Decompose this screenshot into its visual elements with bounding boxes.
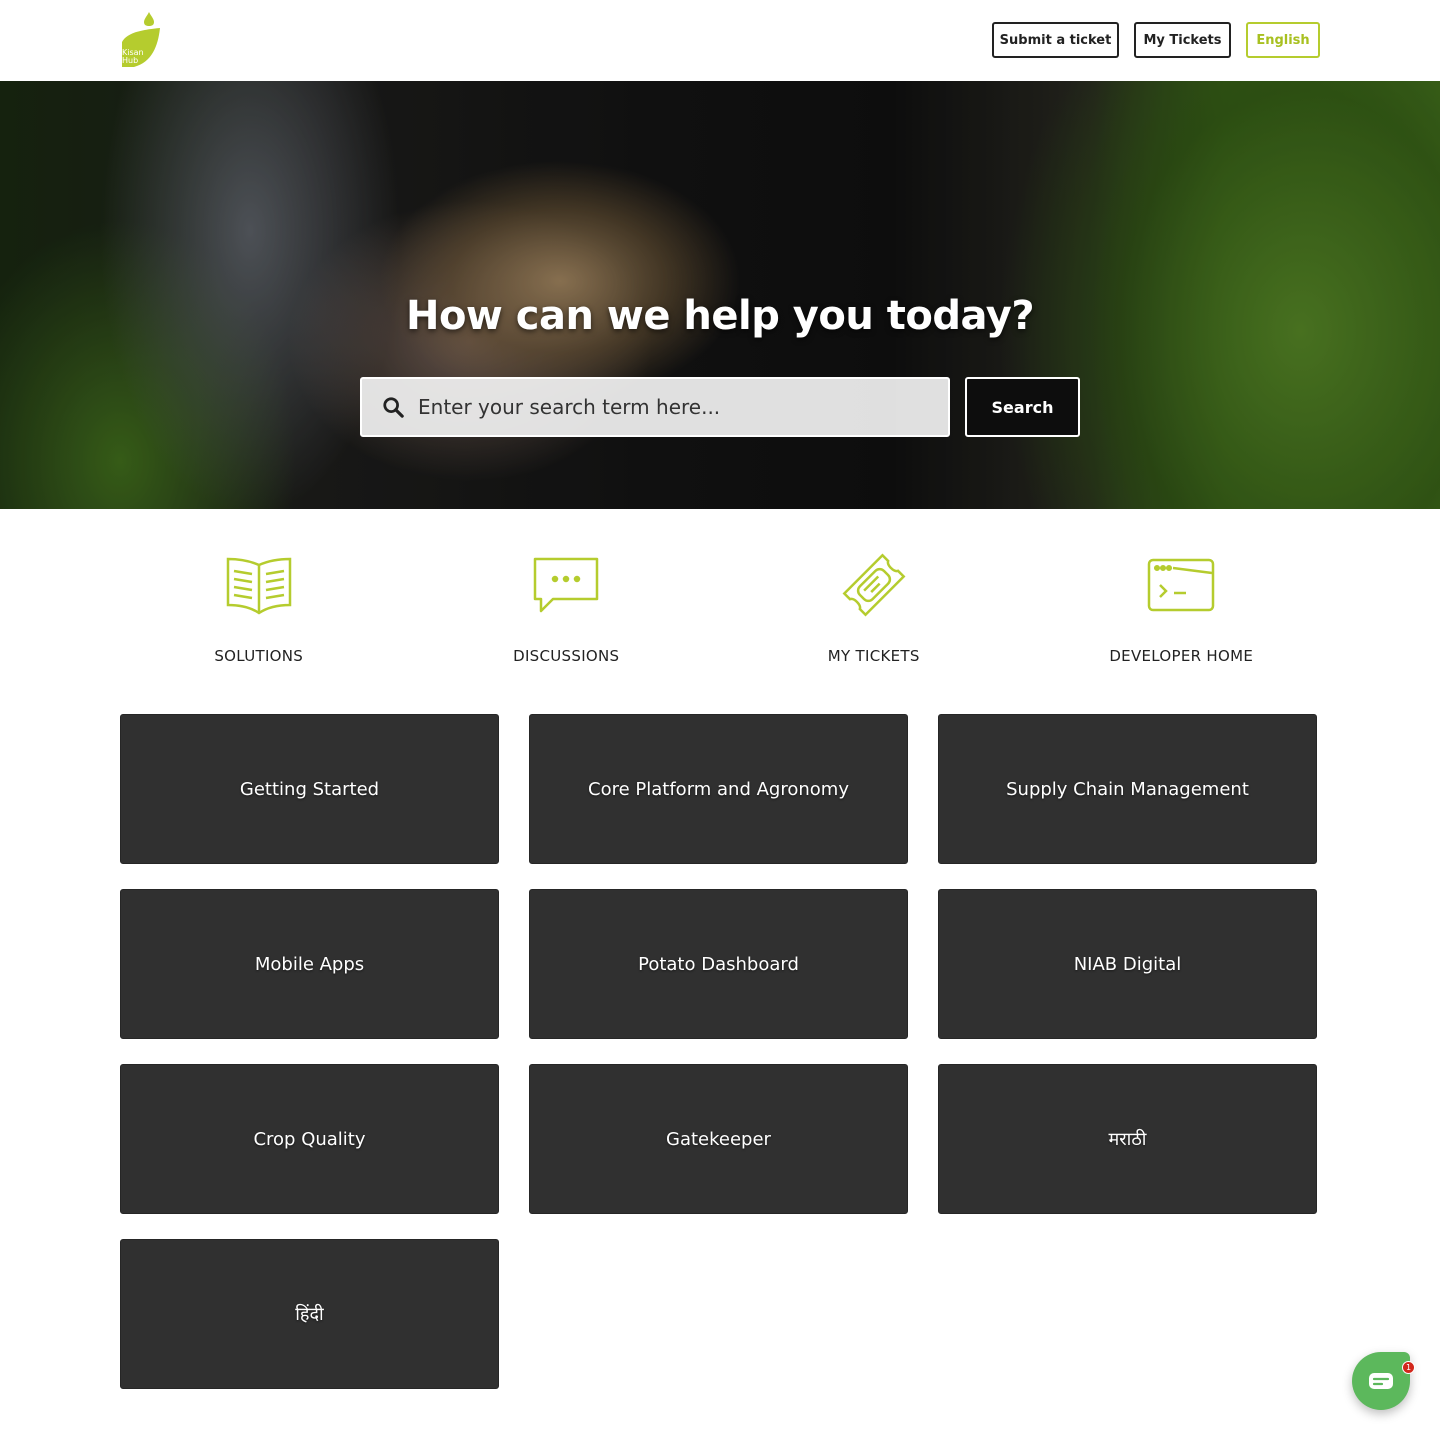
svg-text:Hub: Hub — [122, 56, 138, 65]
my-tickets-button[interactable]: My Tickets — [1134, 22, 1231, 58]
category-card-potato-dashboard[interactable]: Potato Dashboard — [529, 889, 908, 1039]
category-card-mobile-apps[interactable]: Mobile Apps — [120, 889, 499, 1039]
submit-ticket-button[interactable]: Submit a ticket — [992, 22, 1119, 58]
quick-link-solutions[interactable]: SOLUTIONS — [105, 545, 413, 665]
unread-badge: 1 — [1402, 1361, 1415, 1374]
ticket-icon — [834, 545, 914, 625]
kisanhub-logo[interactable]: Kisan Hub — [118, 10, 164, 70]
quick-link-label: SOLUTIONS — [214, 647, 304, 665]
category-card-hindi[interactable]: हिंदी — [120, 1239, 499, 1389]
category-card-marathi[interactable]: मराठी — [938, 1064, 1317, 1214]
quick-link-label: DEVELOPER HOME — [1109, 647, 1254, 665]
hero-banner: How can we help you today? Search — [0, 81, 1440, 509]
category-grid: Getting Started Core Platform and Agrono… — [120, 714, 1317, 1389]
quick-link-label: DISCUSSIONS — [513, 647, 620, 665]
quick-links: SOLUTIONS DISCUSSIONS MY TICKETS DEVELOP… — [105, 545, 1335, 665]
chat-widget-button[interactable]: 1 — [1352, 1352, 1415, 1410]
category-card-niab-digital[interactable]: NIAB Digital — [938, 889, 1317, 1039]
site-header: Kisan Hub Submit a ticket My Tickets Eng… — [0, 0, 1440, 81]
search-button[interactable]: Search — [965, 377, 1080, 437]
category-card-core-platform[interactable]: Core Platform and Agronomy — [529, 714, 908, 864]
category-card-supply-chain[interactable]: Supply Chain Management — [938, 714, 1317, 864]
category-card-getting-started[interactable]: Getting Started — [120, 714, 499, 864]
search-icon — [383, 397, 404, 418]
search-box — [360, 377, 950, 437]
quick-link-developer-home[interactable]: DEVELOPER HOME — [1028, 545, 1336, 665]
quick-link-label: MY TICKETS — [827, 647, 920, 665]
quick-link-discussions[interactable]: DISCUSSIONS — [413, 545, 721, 665]
category-card-gatekeeper[interactable]: Gatekeeper — [529, 1064, 908, 1214]
terminal-icon — [1141, 545, 1221, 625]
header-nav: Submit a ticket My Tickets English — [992, 22, 1320, 58]
hero-title: How can we help you today? — [405, 293, 1035, 339]
chat-bubble-icon — [526, 545, 606, 625]
category-card-crop-quality[interactable]: Crop Quality — [120, 1064, 499, 1214]
chat-icon — [1369, 1373, 1393, 1389]
quick-link-my-tickets[interactable]: MY TICKETS — [720, 545, 1028, 665]
book-icon — [219, 545, 299, 625]
search-input[interactable] — [418, 395, 918, 419]
language-selector[interactable]: English — [1246, 22, 1320, 58]
